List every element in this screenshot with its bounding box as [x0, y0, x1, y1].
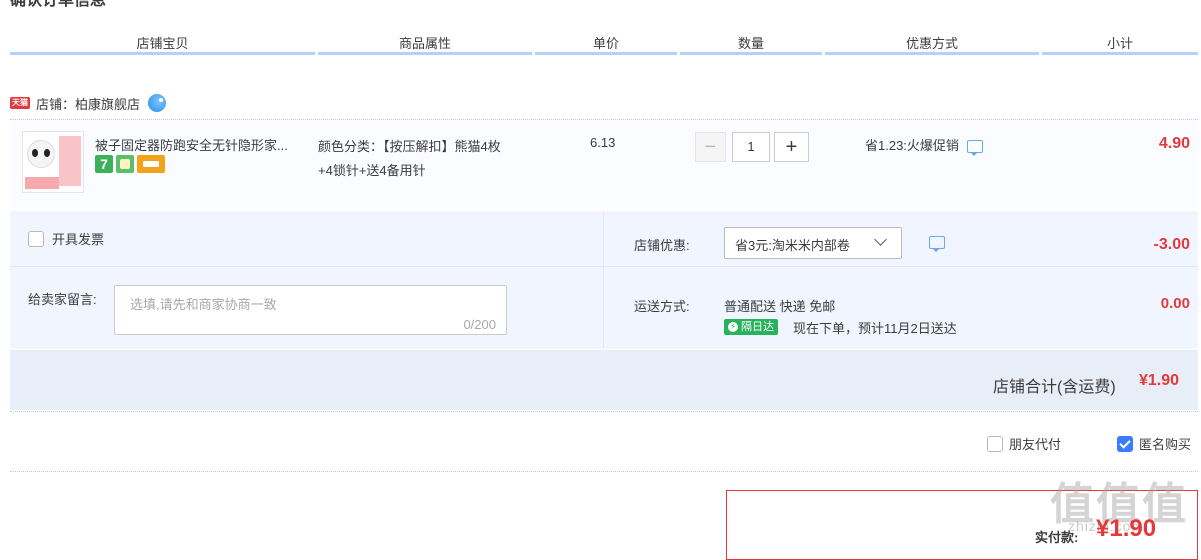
shipping-fee: 0.00 [1160, 295, 1190, 312]
attr-line: 颜色分类：【按压解扣】熊猫4枚 [318, 139, 501, 154]
shop-discount-amount: -3.00 [1153, 236, 1190, 253]
pay-amount: ¥1.90 [1096, 515, 1157, 542]
seven-day-return-icon[interactable]: 7 [95, 155, 113, 173]
shipping-method: 普通配送 快递 免邮 [724, 299, 836, 314]
friend-pay-checkbox[interactable] [987, 435, 1003, 452]
header-discount: 优惠方式 [905, 36, 958, 51]
header-subtotal: 小计 [1106, 36, 1133, 51]
header-underline [680, 52, 822, 55]
qty-input[interactable]: 1 [732, 132, 770, 162]
shop-discount-value: 省3元:淘米米内部卷 [735, 238, 850, 253]
anonymous-option[interactable]: 匿名购买 [1117, 434, 1191, 453]
tmall-icon: 天猫 [10, 97, 30, 109]
friend-pay-option[interactable]: 朋友代付 [987, 434, 1061, 453]
header-underline [318, 52, 532, 55]
shop-name-link[interactable]: 店铺：柏康旗舰店 [36, 94, 140, 113]
anonymous-checkbox[interactable] [1117, 435, 1133, 452]
promo-info: 省1.23:火爆促销 [865, 135, 983, 156]
nextday-badge: ⚡ 隔日达 [724, 319, 778, 335]
message-label: 给卖家留言: [28, 292, 97, 307]
divider [604, 266, 1198, 267]
lightning-icon: ⚡ [728, 322, 738, 332]
divider [10, 471, 1198, 472]
header-underline [825, 52, 1039, 55]
divider [10, 411, 1198, 412]
shop-row: 天猫 店铺：柏康旗舰店 [10, 92, 167, 114]
qty-increase-button[interactable]: + [774, 132, 809, 162]
message-char-count: 0/200 [463, 317, 496, 332]
pay-label: 实付款: [1035, 530, 1079, 545]
nextday-label: 隔日达 [741, 321, 774, 333]
friend-pay-label: 朋友代付 [1009, 437, 1062, 452]
item-attributes: 颜色分类：【按压解扣】熊猫4枚 +4锁针+送4备用针 [318, 135, 501, 183]
promo-detail-icon[interactable] [966, 140, 983, 156]
section-title: 确认订单信息 [10, 0, 107, 9]
promo-text: 省1.23:火爆促销 [865, 138, 959, 153]
divider [10, 266, 603, 267]
attr-line: +4锁针+送4备用针 [318, 163, 426, 178]
shop-total-amount: ¥1.90 [1139, 372, 1180, 389]
invoice-option[interactable]: 开具发票 [28, 229, 104, 248]
invoice-checkbox[interactable] [28, 230, 44, 247]
header-underline [10, 52, 315, 55]
divider [603, 211, 604, 349]
invoice-label: 开具发票 [52, 232, 105, 247]
message-placeholder: 选填,请先和商家协商一致 [130, 297, 277, 312]
header-quantity: 数量 [737, 36, 764, 51]
discount-detail-icon[interactable] [929, 236, 945, 252]
delivery-estimate: 现在下单，预计11月2日送达 [793, 321, 957, 336]
item-row [10, 120, 1198, 208]
header-unit-price: 单价 [592, 36, 619, 51]
shopping-bag-icon[interactable] [116, 155, 134, 173]
header-attributes: 商品属性 [398, 36, 451, 51]
item-subtotal: 4.90 [1158, 135, 1190, 152]
service-icons: 7 [95, 155, 165, 173]
unit-price: 6.13 [590, 135, 616, 150]
anonymous-label: 匿名购买 [1139, 437, 1192, 452]
qty-decrease-button[interactable]: − [695, 132, 726, 162]
shop-total-label: 店铺合计(含运费) [993, 379, 1116, 396]
shop-discount-label: 店铺优惠: [634, 238, 690, 253]
shipping-label: 运送方式: [634, 299, 690, 314]
header-shop-item: 店铺宝贝 [136, 36, 189, 51]
item-title-link[interactable]: 被子固定器防跑安全无针隐形家... [95, 135, 288, 154]
item-thumbnail[interactable] [22, 131, 84, 193]
header-underline [535, 52, 677, 55]
wangwang-chat-icon[interactable] [148, 94, 167, 112]
header-underline [1042, 52, 1198, 55]
credit-card-icon[interactable] [137, 155, 165, 173]
